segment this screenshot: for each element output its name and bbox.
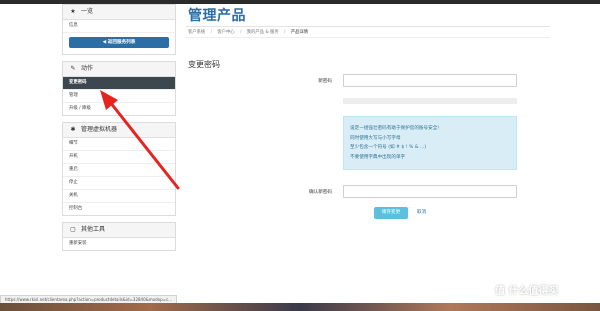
hint-line: 不要使用字典中出现的单字 (350, 154, 406, 160)
breadcrumb-divider (186, 37, 550, 38)
sidebar-item-boot[interactable]: 开机 (63, 151, 175, 164)
sidebar-item-reboot[interactable]: 重启 (63, 164, 175, 177)
sidebar: ★ 一览 信息 ◀ 返回服务列表 ✎ 动作 变更密码 管理 升级 / 降级 ✱ … (62, 4, 176, 257)
breadcrumb-client-system[interactable]: 客户系统 (188, 30, 205, 35)
confirm-password-input[interactable] (343, 185, 517, 198)
actions-panel: ✎ 动作 变更密码 管理 升级 / 降级 (62, 61, 176, 116)
vm-panel-title: 管理虚拟机器 (81, 126, 118, 133)
desktop-dock-strip (0, 303, 600, 311)
other-tools-panel-header: ▢ 其他工具 (63, 223, 175, 238)
sidebar-item-stop[interactable]: 停止 (63, 177, 175, 190)
sidebar-item-details[interactable]: 细节 (63, 138, 175, 151)
hint-line: 同时使用大写与小写字母 (350, 135, 401, 141)
new-password-label: 新密码 (318, 79, 332, 84)
back-button-wrap: ◀ 返回服务列表 (63, 33, 175, 54)
confirm-password-label: 确认新密码 (309, 190, 332, 195)
sidebar-item-info[interactable]: 信息 (63, 20, 175, 33)
watermark: 值 什么值得买 (478, 282, 558, 298)
breadcrumb-client-center[interactable]: 客户中心 (217, 30, 234, 35)
wrench-icon: ✎ (70, 65, 76, 72)
star-icon: ★ (70, 8, 76, 15)
actions-panel-header: ✎ 动作 (63, 62, 175, 77)
breadcrumb-product-details: 产品详情 (290, 30, 309, 35)
breadcrumb-my-products[interactable]: 我的产品 & 服务 (247, 30, 279, 35)
sidebar-item-console[interactable]: 控制台 (63, 203, 175, 215)
vm-panel: ✱ 管理虚拟机器 细节 开机 重启 停止 关机 控制台 (62, 122, 176, 216)
password-strength-bar (343, 98, 517, 104)
cancel-link[interactable]: 取消 (417, 207, 426, 219)
breadcrumb: 客户系统 / 客户中心 / 我的产品 & 服务 / 产品详情 (188, 29, 312, 35)
watermark-logo-icon (478, 284, 492, 298)
save-changes-button[interactable]: 储存变更 (374, 207, 408, 219)
back-to-services-button[interactable]: ◀ 返回服务列表 (69, 37, 169, 48)
vm-panel-header: ✱ 管理虚拟机器 (63, 123, 175, 138)
watermark-text: 值 什么值得买 (495, 286, 559, 297)
sidebar-item-shutdown[interactable]: 关机 (63, 190, 175, 203)
sidebar-item-reinstall[interactable]: 重新安装 (63, 238, 175, 250)
title-divider (186, 26, 550, 27)
sidebar-item-upgrade-downgrade[interactable]: 升级 / 降级 (63, 103, 175, 115)
square-icon: ▢ (70, 226, 76, 233)
other-tools-panel-title: 其他工具 (81, 226, 106, 233)
hint-line: 至少包含一个符号 (如 # $ ! % & ...) (350, 145, 427, 150)
breadcrumb-separator: / (239, 30, 242, 35)
overview-panel-header: ★ 一览 (63, 5, 175, 20)
password-hint-box: 设定一组强壮密码有助于保护您的账号安全! 同时使用大写与小写字母 至少包含一个符… (343, 116, 517, 170)
breadcrumb-separator: / (284, 30, 286, 35)
hint-line: 设定一组强壮密码有助于保护您的账号安全! (350, 126, 440, 131)
other-tools-panel: ▢ 其他工具 重新安装 (62, 222, 176, 251)
back-to-services-label: 返回服务列表 (107, 40, 136, 45)
section-title: 变更密码 (188, 60, 220, 69)
sidebar-item-manage[interactable]: 管理 (63, 90, 175, 103)
breadcrumb-separator: / (210, 30, 213, 35)
new-password-input[interactable] (343, 74, 517, 87)
overview-panel-title: 一览 (81, 8, 94, 15)
page-title: 管理产品 (188, 8, 246, 24)
gear-icon: ✱ (70, 126, 76, 133)
overview-panel: ★ 一览 信息 ◀ 返回服务列表 (62, 4, 176, 55)
sidebar-item-change-password[interactable]: 变更密码 (63, 77, 175, 90)
actions-panel-title: 动作 (81, 65, 94, 72)
